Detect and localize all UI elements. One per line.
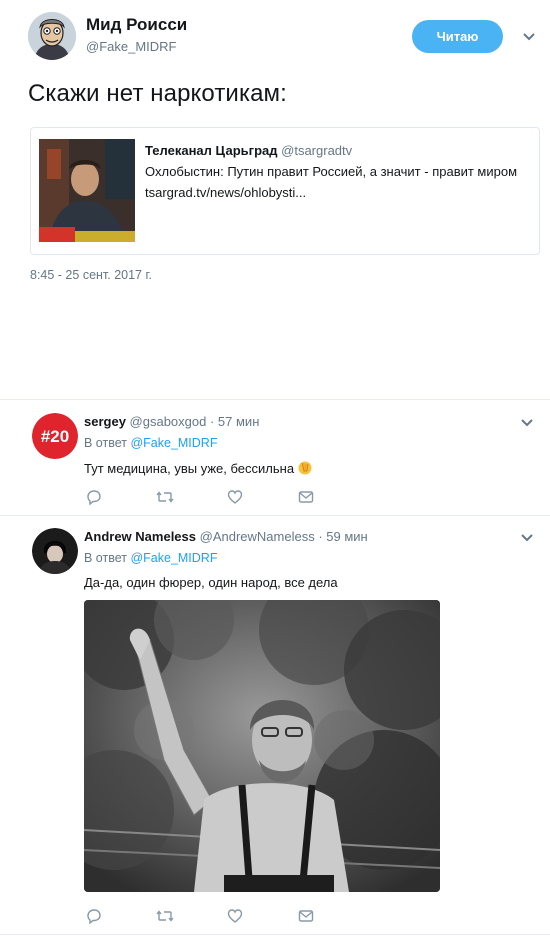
retweet-icon[interactable] xyxy=(156,489,174,507)
in-reply-to-link[interactable]: @Fake_MIDRF xyxy=(130,436,217,450)
message-icon[interactable] xyxy=(298,909,316,927)
reply-author: Andrew Nameless @AndrewNameless · 59 мин xyxy=(84,529,368,544)
divider xyxy=(0,515,550,516)
reply-author-name[interactable]: Andrew Nameless xyxy=(84,529,196,544)
chevron-down-icon[interactable] xyxy=(522,32,540,46)
in-reply-prefix: В ответ xyxy=(84,551,127,565)
reply-photo[interactable] xyxy=(84,600,440,892)
in-reply-prefix: В ответ xyxy=(84,436,127,450)
author-handle[interactable]: @Fake_MIDRF xyxy=(86,39,177,54)
in-reply-to-link[interactable]: @Fake_MIDRF xyxy=(130,551,217,565)
avatar-text: #20 xyxy=(41,427,69,446)
reply-author: sergey @gsaboxgod · 57 мин xyxy=(84,414,259,429)
reply-icon[interactable] xyxy=(86,908,104,926)
reply-icon[interactable] xyxy=(86,489,104,507)
tweet-timestamp[interactable]: 8:45 - 25 сент. 2017 г. xyxy=(30,268,152,282)
in-reply-to: В ответ @Fake_MIDRF xyxy=(84,551,217,565)
quoted-author-handle[interactable]: @tsargradtv xyxy=(281,143,352,158)
quoted-tweet-text: Охлобыстин: Путин правит Россией, а знач… xyxy=(145,164,518,179)
reply-avatar[interactable]: #20 xyxy=(32,413,78,459)
reply-text: Да-да, один фюрер, один народ, все дела xyxy=(84,575,338,590)
quoted-author-name[interactable]: Телеканал Царьград xyxy=(145,143,278,158)
chevron-down-icon[interactable] xyxy=(520,418,538,432)
retweet-icon[interactable] xyxy=(156,908,174,926)
like-icon[interactable] xyxy=(227,489,245,507)
in-reply-to: В ответ @Fake_MIDRF xyxy=(84,436,217,450)
reply-time[interactable]: · 57 мин xyxy=(210,414,259,429)
reply-author-name[interactable]: sergey xyxy=(84,414,126,429)
facepalm-emoji xyxy=(298,460,312,479)
like-icon[interactable] xyxy=(227,908,245,926)
divider xyxy=(0,399,550,400)
quoted-tweet-author: Телеканал Царьград @tsargradtv xyxy=(145,143,352,158)
author-name[interactable]: Мид Роисси xyxy=(86,15,187,35)
reply-author-handle[interactable]: @AndrewNameless xyxy=(200,529,315,544)
reply-text-content: Тут медицина, увы уже, бессильна xyxy=(84,461,295,476)
divider xyxy=(0,934,550,935)
reply-author-handle[interactable]: @gsaboxgod xyxy=(130,414,207,429)
following-button[interactable]: Читаю xyxy=(412,20,503,53)
message-icon[interactable] xyxy=(298,490,316,508)
quoted-tweet-thumbnail[interactable] xyxy=(39,139,135,242)
quoted-tweet-link[interactable]: tsargrad.tv/news/ohlobysti... xyxy=(145,185,306,200)
chevron-down-icon[interactable] xyxy=(520,533,538,547)
reply-avatar[interactable] xyxy=(32,528,78,574)
author-avatar[interactable] xyxy=(28,12,76,60)
reply-text: Тут медицина, увы уже, бессильна xyxy=(84,460,312,479)
reply-time[interactable]: · 59 мин xyxy=(318,529,367,544)
tweet-text: Скажи нет наркотикам: xyxy=(28,80,287,107)
